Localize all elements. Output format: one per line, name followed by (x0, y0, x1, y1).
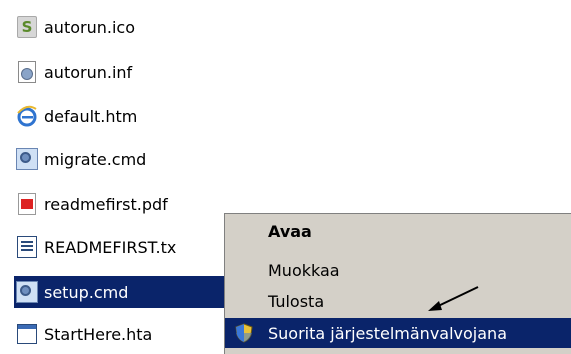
file-name: migrate.cmd (44, 149, 147, 169)
text-file-icon (16, 236, 38, 258)
file-name: autorun.ico (44, 17, 135, 37)
menu-item-print[interactable]: Tulosta (225, 286, 571, 316)
file-name: StartHere.hta (44, 324, 153, 344)
menu-item-label: Muokkaa (268, 260, 340, 280)
menu-item-label: Tulosta (268, 291, 325, 311)
pdf-icon (16, 193, 38, 215)
file-item-autorun-inf[interactable]: autorun.inf (16, 56, 138, 88)
file-item-autorun-ico[interactable]: S autorun.ico (16, 11, 141, 43)
menu-item-run-as-administrator[interactable]: Suorita järjestelmänvalvojana (225, 318, 571, 348)
cmd-script-icon (16, 281, 38, 303)
uac-shield-icon (235, 323, 253, 343)
menu-item-edit[interactable]: Muokkaa (225, 255, 571, 285)
file-item-readmefirst-pdf[interactable]: readmefirst.pdf (16, 188, 174, 220)
cmd-script-icon (16, 148, 38, 170)
menu-item-label: Avaa (268, 221, 312, 241)
file-item-setup-cmd[interactable]: setup.cmd (14, 276, 244, 308)
file-name: readmefirst.pdf (44, 194, 168, 214)
settings-file-icon (16, 61, 38, 83)
file-item-readmefirst-txt[interactable]: READMEFIRST.tx (16, 231, 182, 263)
file-name: READMEFIRST.tx (44, 237, 177, 257)
ico-file-icon: S (16, 16, 38, 38)
context-menu: Avaa Muokkaa Tulosta Suorita järjestelmä… (224, 213, 571, 354)
menu-item-label: Suorita järjestelmänvalvojana (268, 323, 507, 343)
file-item-default-htm[interactable]: default.htm (16, 100, 143, 132)
file-name: autorun.inf (44, 62, 133, 82)
internet-explorer-icon (16, 105, 38, 127)
hta-window-icon (16, 323, 38, 345)
file-item-starthere-hta[interactable]: StartHere.hta (16, 318, 158, 350)
file-item-migrate-cmd[interactable]: migrate.cmd (16, 143, 152, 175)
file-name: default.htm (44, 106, 138, 126)
annotation-arrow-icon (428, 286, 479, 311)
menu-item-open[interactable]: Avaa (225, 216, 571, 246)
file-name: setup.cmd (44, 282, 129, 302)
